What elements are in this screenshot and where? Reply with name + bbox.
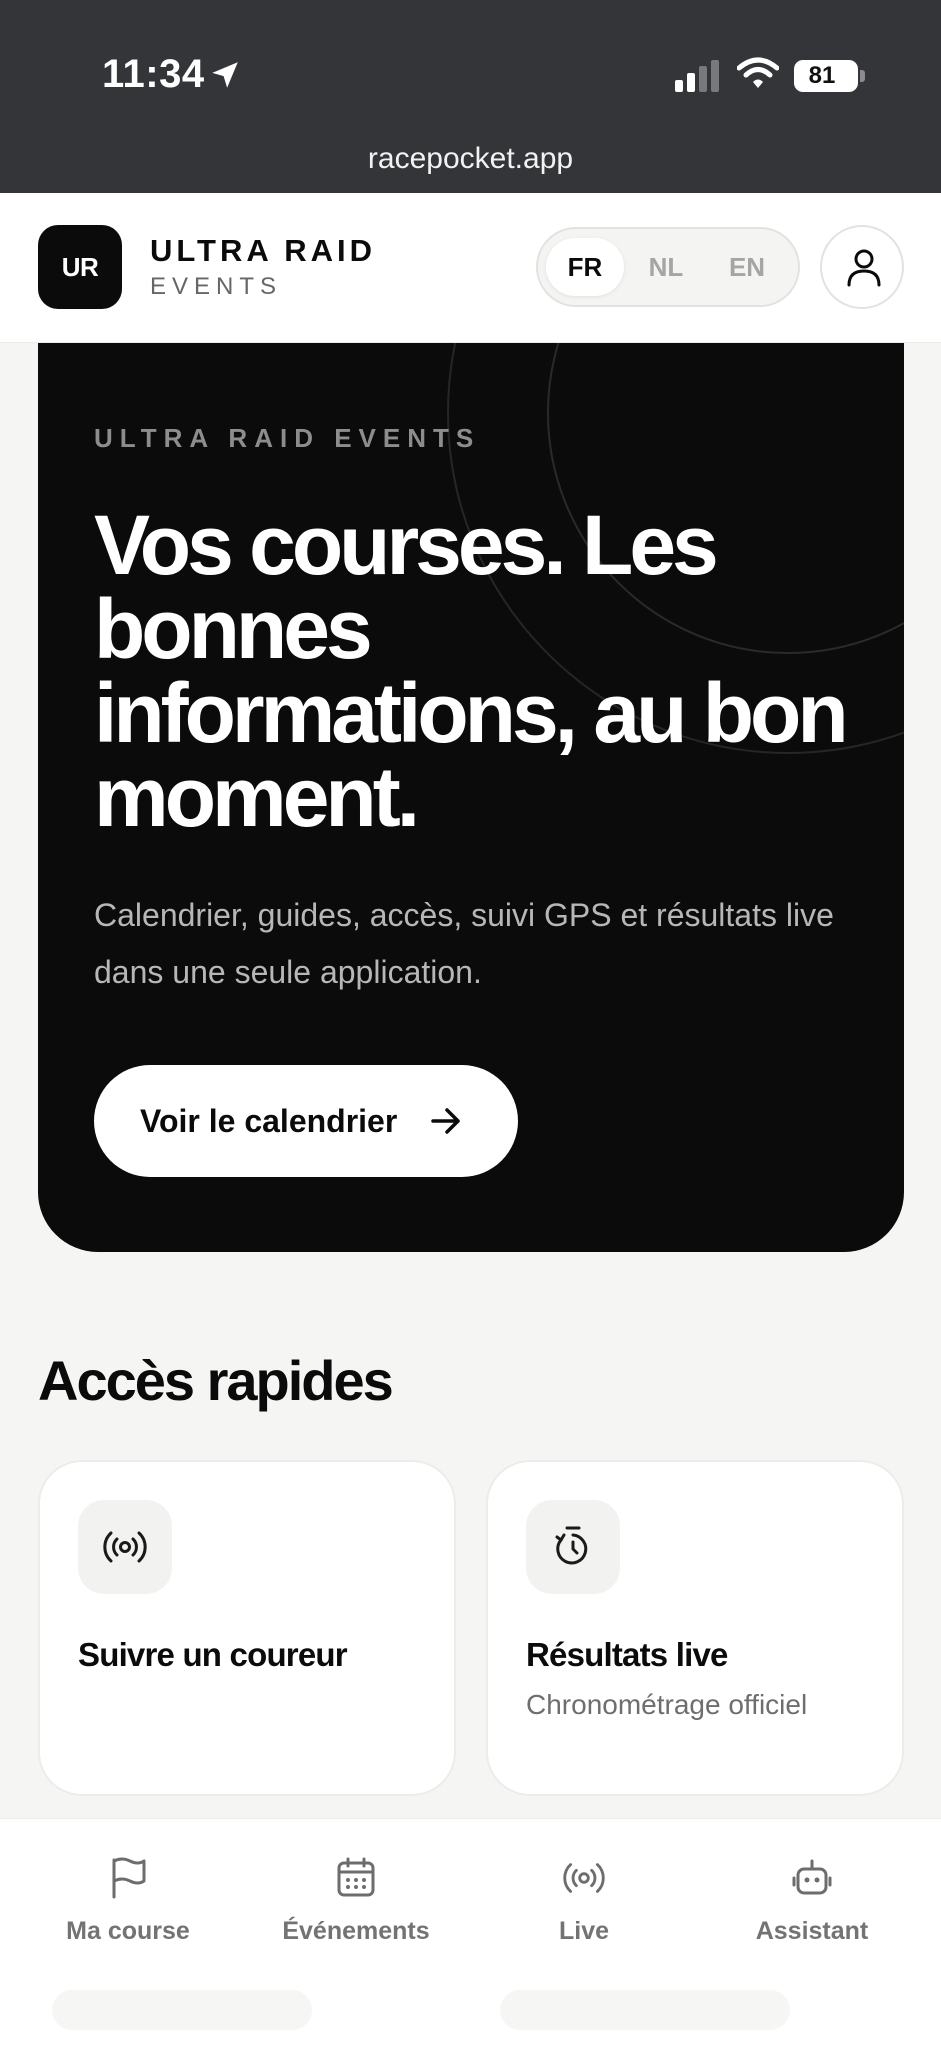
nav-item-assistant[interactable]: Assistant [712,1855,912,1965]
language-switcher: FR NL EN [536,227,800,307]
brand-name: ULTRA RAID [150,233,376,268]
user-icon [847,249,881,287]
scroll-shadow-left [52,1990,312,2030]
nav-item-ma-course[interactable]: Ma course [28,1855,228,1965]
nav-item-evenements[interactable]: Événements [256,1855,456,1965]
card-icon-box [78,1500,172,1594]
brand-logo[interactable]: UR [38,225,122,309]
location-arrow-icon [212,62,238,88]
hero-description: Calendrier, guides, accès, suivi GPS et … [94,897,834,990]
wifi-icon [737,57,779,88]
brand-subtitle: EVENTS [150,273,283,300]
card-title: Suivre un coureur [78,1636,348,1673]
lang-en-button[interactable]: EN [708,238,786,296]
quick-access-card-live-results[interactable]: Résultats live Chronométrage officiel [486,1460,904,1796]
browser-top-bar: 11:34 81 racepocket.app [0,0,941,193]
card-icon-box [526,1500,620,1594]
app-header: UR ULTRA RAID EVENTS FR NL EN [0,193,941,343]
calendar-icon [337,1857,375,1897]
broadcast-icon [563,1863,605,1893]
nav-label: Ma course [66,1917,190,1945]
nav-label: Assistant [755,1917,869,1945]
card-title: Résultats live [526,1636,728,1673]
lang-nl-button[interactable]: NL [627,238,705,296]
flag-icon [112,1857,146,1899]
robot-icon [792,1859,832,1895]
nav-item-live[interactable]: Live [484,1855,684,1965]
battery-nub [860,70,865,82]
arrow-right-icon [431,1108,460,1134]
hero-card: ULTRA RAID EVENTS Vos courses. Les bonne… [38,343,904,1252]
stopwatch-icon [555,1526,588,1565]
profile-button[interactable] [820,225,904,309]
view-calendar-label: Voir le calendrier [140,1103,398,1139]
battery-level: 81 [808,62,836,89]
view-calendar-button[interactable]: Voir le calendrier [94,1065,518,1177]
nav-label: Événements [282,1917,430,1945]
nav-label: Live [558,1917,610,1945]
battery-indicator: 81 [794,60,865,92]
quick-access-title: Accès rapides [38,1349,394,1412]
quick-access-card-follow-runner[interactable]: Suivre un coureur [38,1460,456,1796]
status-time: 11:34 [102,52,205,96]
lang-fr-button[interactable]: FR [546,238,624,296]
cellular-signal-icon [675,60,719,92]
card-subtitle: Chronométrage officiel [526,1689,808,1720]
broadcast-icon [103,1531,147,1563]
url-bar[interactable]: racepocket.app [0,142,941,176]
scroll-shadow-right [500,1990,790,2030]
hero-eyebrow: ULTRA RAID EVENTS [94,423,481,453]
hero-title: Vos courses. Les bonnes informations, au… [94,498,849,844]
